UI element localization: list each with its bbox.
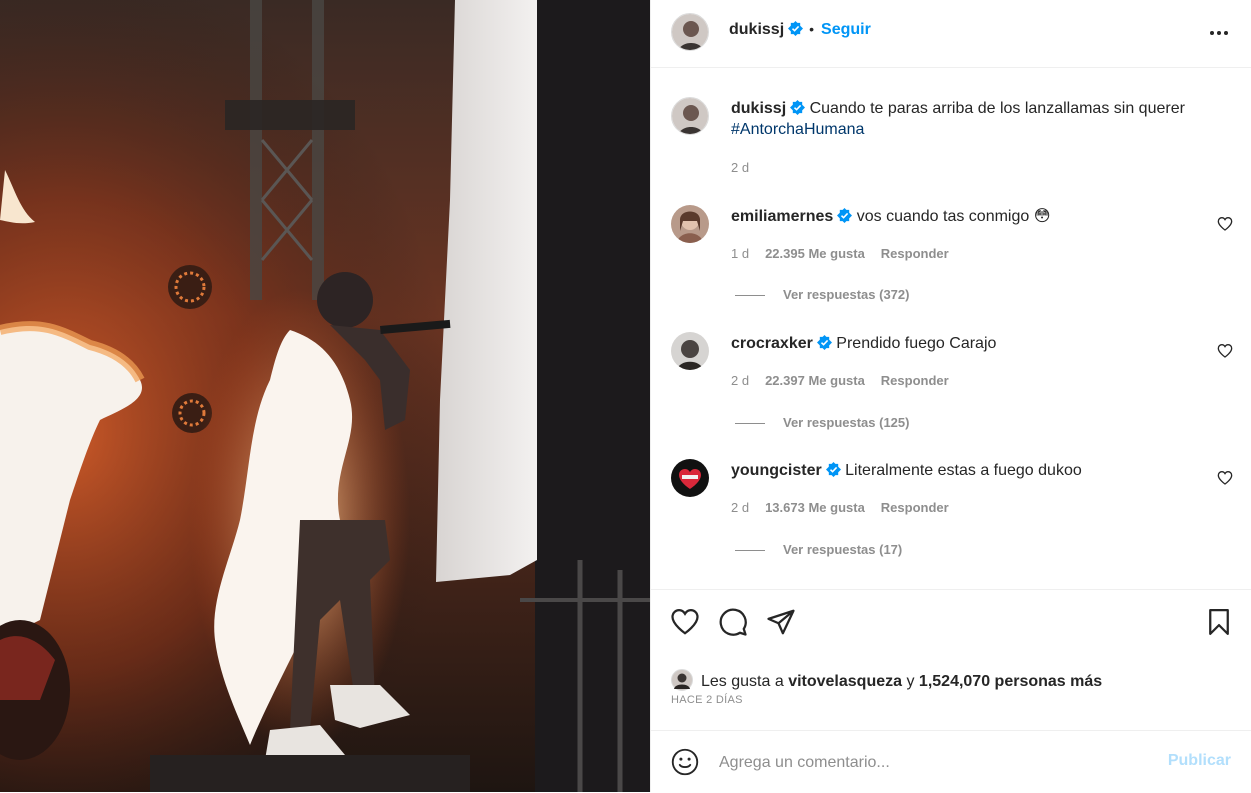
liker-username[interactable]: vitovelasqueza: [788, 673, 902, 690]
verified-badge-icon: [788, 21, 804, 36]
caption-username[interactable]: dukissj: [731, 100, 786, 117]
follow-button[interactable]: Seguir: [821, 21, 871, 38]
view-replies-label: Ver respuestas (17): [783, 542, 903, 557]
post-panel: dukissj • Seguir dukissj Cuando te paras a…: [650, 0, 1251, 792]
comment-username[interactable]: crocraxker: [731, 335, 813, 352]
comment-text-block: youngcister Literalmente estas a fuego d…: [731, 460, 1201, 481]
more-horizontal-icon[interactable]: [1207, 21, 1231, 45]
post-photo[interactable]: [0, 0, 650, 792]
comment-meta: 2 d 13.673 Me gusta Responder: [731, 500, 965, 515]
caption-hashtag[interactable]: #AntorchaHumana: [731, 121, 864, 138]
verified-badge-icon: [837, 208, 853, 223]
concert-image: [0, 0, 650, 792]
share-send-icon[interactable]: [766, 607, 796, 637]
author-avatar[interactable]: [671, 13, 709, 51]
post-date[interactable]: HACE 2 DÍAS: [671, 694, 743, 706]
view-replies-label: Ver respuestas (372): [783, 287, 910, 302]
header-user-line: dukissj • Seguir: [729, 21, 871, 39]
comment-likes[interactable]: 22.397 Me gusta: [765, 373, 865, 388]
replies-divider: [735, 423, 765, 425]
verified-badge-icon: [816, 335, 832, 350]
avatar-image: [671, 332, 709, 370]
post-actions: [651, 589, 1251, 730]
verified-badge-icon: [825, 462, 841, 477]
likes-conj: y: [906, 673, 915, 690]
likes-summary: Les gusta a vitovelasqueza y 1,524,070 p…: [671, 669, 1102, 691]
comment-text: vos cuando tas conmigo 😳: [856, 208, 1051, 225]
comment-time[interactable]: 2 d: [731, 373, 749, 388]
comment-text-block: emiliamernes vos cuando tas conmigo 😳: [731, 206, 1201, 227]
avatar-image: [671, 459, 709, 497]
liker-avatar[interactable]: [671, 669, 693, 691]
view-replies-label: Ver respuestas (125): [783, 415, 910, 430]
comment-meta: 1 d 22.395 Me gusta Responder: [731, 246, 965, 261]
comment-avatar[interactable]: [671, 459, 709, 497]
comment-text: Literalmente estas a fuego dukoo: [845, 462, 1082, 479]
like-comment-heart-icon[interactable]: [1217, 470, 1233, 486]
comment-bubble-icon[interactable]: [718, 607, 748, 637]
view-replies-button[interactable]: Ver respuestas (372): [735, 287, 909, 302]
reply-button[interactable]: Responder: [881, 500, 949, 515]
author-username[interactable]: dukissj: [729, 21, 784, 38]
like-comment-heart-icon[interactable]: [1217, 343, 1233, 359]
comment-avatar[interactable]: [671, 205, 709, 243]
avatar-image: [671, 205, 709, 243]
header-separator: •: [809, 21, 815, 37]
likes-prefix: Les gusta a: [701, 673, 784, 690]
comment-input[interactable]: [717, 749, 1141, 777]
caption-text: Cuando te paras arriba de los lanzallama…: [809, 100, 1185, 117]
add-comment-bar: Publicar: [651, 730, 1251, 793]
view-replies-button[interactable]: Ver respuestas (17): [735, 542, 902, 557]
comment-time[interactable]: 1 d: [731, 246, 749, 261]
publish-button[interactable]: Publicar: [1168, 752, 1231, 770]
caption-avatar[interactable]: [671, 97, 709, 135]
like-heart-icon[interactable]: [670, 607, 700, 637]
bookmark-save-icon[interactable]: [1204, 607, 1234, 637]
verified-badge-icon: [790, 100, 806, 115]
like-comment-heart-icon[interactable]: [1217, 216, 1233, 232]
comment-likes[interactable]: 13.673 Me gusta: [765, 500, 865, 515]
comment-username[interactable]: emiliamernes: [731, 208, 833, 225]
caption-text-block: dukissj Cuando te paras arriba de los la…: [731, 98, 1201, 140]
emoji-icon[interactable]: [671, 748, 699, 776]
likes-count[interactable]: 1,524,070 personas más: [919, 673, 1102, 690]
caption-time[interactable]: 2 d: [731, 160, 749, 175]
reply-button[interactable]: Responder: [881, 246, 949, 261]
comment-text-block: crocraxker Prendido fuego Carajo: [731, 333, 1201, 354]
post-header: dukissj • Seguir: [651, 0, 1251, 68]
comment-likes[interactable]: 22.395 Me gusta: [765, 246, 865, 261]
avatar-image: [672, 98, 708, 134]
replies-divider: [735, 550, 765, 552]
comment-avatar[interactable]: [671, 332, 709, 370]
replies-divider: [735, 295, 765, 297]
comment-username[interactable]: youngcister: [731, 462, 822, 479]
avatar-image: [672, 14, 708, 50]
comment-text: Prendido fuego Carajo: [836, 335, 997, 352]
reply-button[interactable]: Responder: [881, 373, 949, 388]
view-replies-button[interactable]: Ver respuestas (125): [735, 415, 909, 430]
caption-meta: 2 d: [731, 160, 765, 175]
comment-meta: 2 d 22.397 Me gusta Responder: [731, 373, 965, 388]
comment-time[interactable]: 2 d: [731, 500, 749, 515]
